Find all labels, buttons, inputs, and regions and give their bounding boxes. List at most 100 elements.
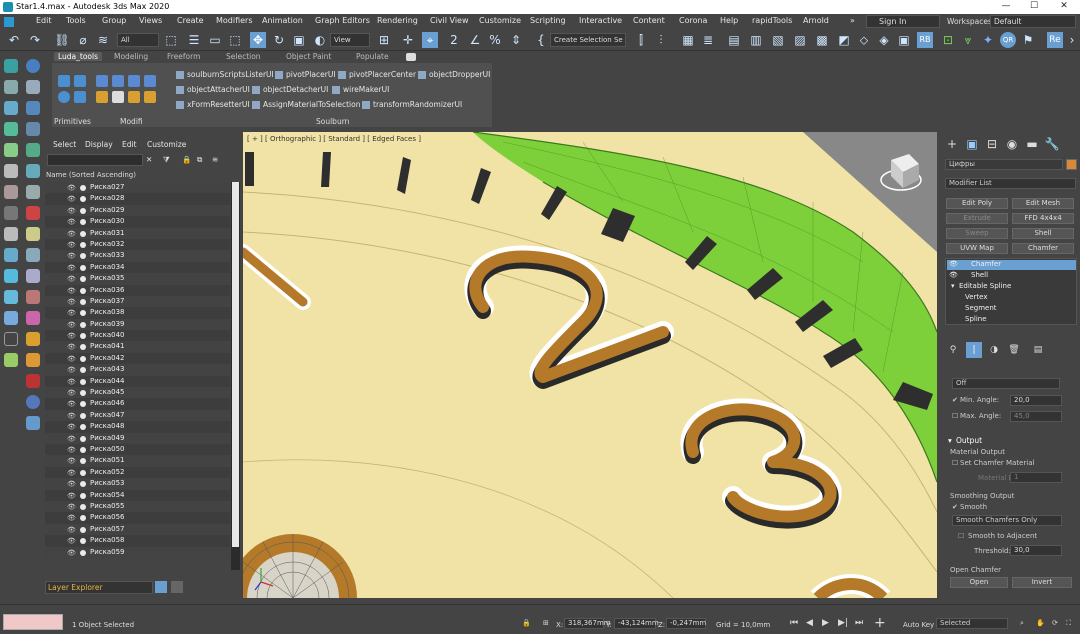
snaps-toggle-icon[interactable]: 2 [446,32,462,48]
play-icon[interactable]: ▶ [822,618,829,628]
freeze-dot-icon[interactable] [80,264,86,271]
freeze-dot-icon[interactable] [80,344,86,351]
app-menu-icon[interactable] [4,17,14,27]
viewport-orthographic[interactable]: [ + ] [ Orthographic ] [ Standard ] [ Ed… [243,132,937,598]
menu-rapidtools[interactable]: rapidTools [752,16,792,25]
maximize-viewport-icon[interactable]: ⛶ [1066,619,1071,628]
menu-civil-view[interactable]: Civil View [430,16,469,25]
freeze-dot-icon[interactable] [80,310,86,317]
list-item[interactable]: 👁 Риска057 [45,523,230,536]
sphere-icon[interactable] [26,59,40,73]
scene-search-input[interactable] [47,154,143,166]
select-by-name-icon[interactable]: ☰ [186,32,202,48]
freeze-dot-icon[interactable] [80,298,86,305]
redo-icon[interactable]: ↷ [27,32,43,48]
se-menu-select[interactable]: Select [53,140,76,149]
invert-button[interactable]: Invert [1012,577,1072,588]
shell-button[interactable]: Shell [1012,228,1074,239]
plane-primitive-icon[interactable] [74,91,86,103]
freeze-dot-icon[interactable] [80,253,86,260]
mirror-tool-icon[interactable] [4,290,18,304]
list-item[interactable]: 👁 Риска055 [45,500,230,513]
rotate-icon[interactable]: ↻ [271,32,287,48]
list-item[interactable]: 👁 Риска027 [45,182,230,194]
tab-modeling[interactable]: Modeling [114,52,148,61]
list-item[interactable]: 👁 Риска033 [45,250,230,262]
list-item[interactable]: 👁 Риска059 [45,546,230,558]
list-item[interactable]: 👁 Риска039 [45,318,230,331]
viewport-label[interactable]: [ + ] [ Orthographic ] [ Standard ] [ Ed… [247,135,421,143]
stack-expand-icon[interactable]: ▾ [951,282,955,290]
menu-graph-editors[interactable]: Graph Editors [315,16,370,25]
freeze-dot-icon[interactable] [80,241,86,248]
list-item[interactable]: 👁 Риска029 [45,204,230,217]
stack-item-chamfer[interactable]: Chamfer [971,260,1001,268]
visibility-eye-icon[interactable]: 👁 [67,207,76,215]
freeze-dot-icon[interactable] [80,196,86,203]
minimize-button[interactable]: — [996,1,1016,13]
eye-tool-icon[interactable] [4,332,18,346]
stack-eye-icon-2[interactable]: 👁 [949,271,958,279]
visibility-eye-icon[interactable]: 👁 [67,264,76,272]
arnold-render-icon[interactable]: ⊡ [940,32,956,48]
cylinder-icon[interactable] [26,122,40,136]
axis-constraint-icon[interactable]: ✛ [400,32,416,48]
object-name-field[interactable]: Цифры [945,159,1063,170]
output-rollout-expand-icon[interactable]: ▾ [948,436,952,445]
show-end-result-icon[interactable]: | [966,342,982,358]
tab-object-paint[interactable]: Object Paint [286,52,331,61]
clear-search-icon[interactable]: ✕ [146,155,152,164]
selection-lock-icon[interactable]: 🔒 [522,619,531,627]
freeze-dot-icon[interactable] [80,287,86,294]
absolute-mode-icon[interactable]: ⊞ [543,619,549,627]
freeze-dot-icon[interactable] [80,230,86,237]
xform-tool-icon[interactable] [26,290,40,304]
object-dropper-link[interactable]: objectDropperUI [418,70,490,79]
tab-selection[interactable]: Selection [226,52,261,61]
menu-scripting[interactable]: Scripting [530,16,566,25]
utilities-icon[interactable] [26,101,40,115]
freeze-dot-icon[interactable] [80,481,86,488]
visibility-eye-icon[interactable]: 👁 [67,332,76,340]
freeze-dot-icon[interactable] [80,458,86,465]
object-color-swatch[interactable] [1066,159,1077,170]
freeze-dot-icon[interactable] [80,401,86,408]
list-item[interactable]: 👁 Риска054 [45,489,230,501]
create-icon[interactable] [4,59,18,73]
display-icon[interactable] [4,101,18,115]
table-tool-icon[interactable] [26,269,40,283]
layer-toggle-icon[interactable] [155,581,167,593]
menu-arnold[interactable]: Arnold [803,16,829,25]
freeze-dot-icon[interactable] [80,378,86,385]
mode-dropdown[interactable]: Off [952,378,1060,389]
visibility-eye-icon[interactable]: 👁 [67,287,76,295]
smooth-checkbox[interactable]: ✔ [952,503,958,511]
freeze-dot-icon[interactable] [80,367,86,374]
layer-explorer-dropdown[interactable]: Layer Explorer [45,581,153,594]
corona-icon[interactable]: ◈ [876,32,892,48]
list-item[interactable]: 👁 Риска042 [45,352,230,365]
visibility-eye-icon[interactable]: 👁 [67,400,76,408]
tab-luda-tools[interactable]: Luda_tools [54,52,103,61]
visibility-eye-icon[interactable]: 👁 [67,366,76,374]
visibility-eye-icon[interactable]: 👁 [67,457,76,465]
modifier-list-dropdown[interactable]: Modifier List [945,178,1076,189]
toggle-scene-explorer-icon[interactable]: ▦ [680,32,696,48]
visibility-eye-icon[interactable]: 👁 [67,480,76,488]
visibility-eye-icon[interactable]: 👁 [67,446,76,454]
min-angle-checkbox[interactable]: ✔ [952,396,958,404]
visibility-eye-icon[interactable]: 👁 [67,469,76,477]
cube-tool-icon[interactable] [26,332,40,346]
visibility-eye-icon[interactable]: 👁 [67,355,76,363]
freeze-dot-icon[interactable] [80,435,86,442]
close-button[interactable]: ✕ [1054,1,1074,13]
freeze-dot-icon[interactable] [80,503,86,510]
z-coordinate[interactable]: -0,247mm [666,618,706,629]
utilities-tab-icon[interactable]: 🔧 [1044,136,1060,152]
display-tab-icon[interactable]: ▬ [1024,136,1040,152]
modifier-icon-2[interactable] [112,75,124,87]
visibility-eye-icon[interactable]: 👁 [67,389,76,397]
cylinder-primitive-icon[interactable] [74,75,86,87]
sign-in-dropdown[interactable]: Sign In [866,15,940,28]
visibility-eye-icon[interactable]: 👁 [67,309,76,317]
